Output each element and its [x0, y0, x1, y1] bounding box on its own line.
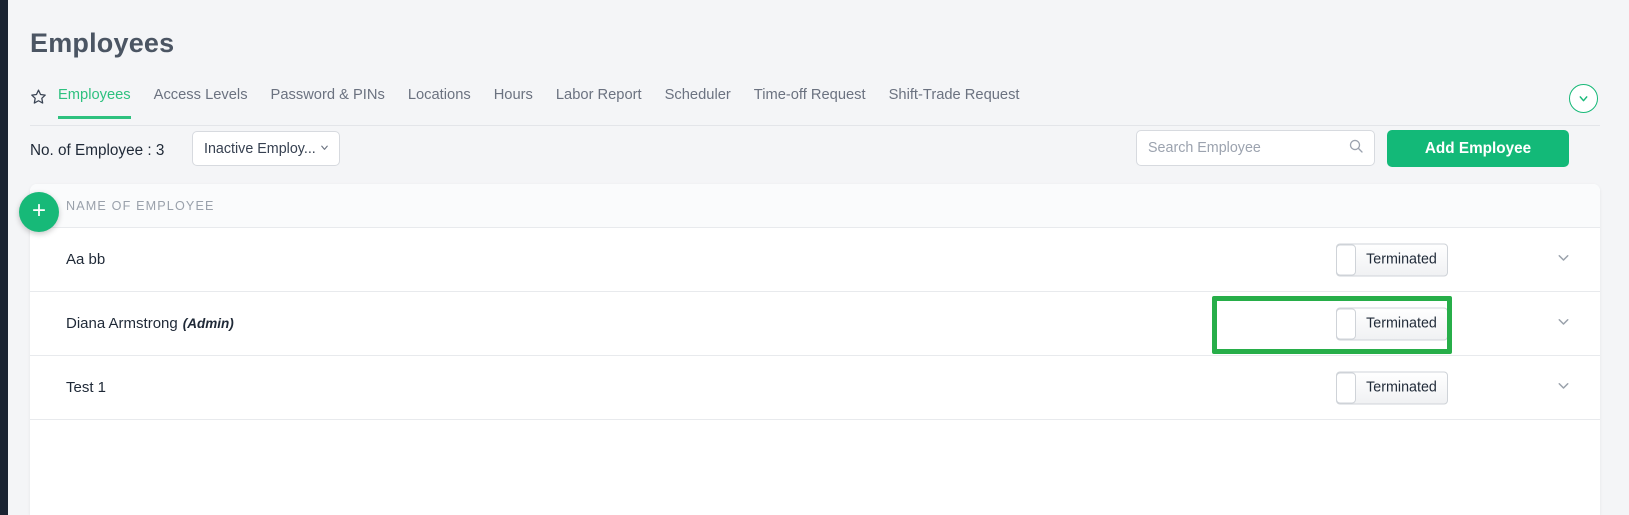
- tab-locations[interactable]: Locations: [408, 87, 471, 116]
- status-toggle[interactable]: Terminated: [1336, 307, 1448, 340]
- chevron-down-icon: [319, 142, 330, 156]
- table-row[interactable]: Test 1 Terminated: [30, 356, 1600, 420]
- add-employee-fab[interactable]: +: [19, 192, 59, 232]
- tab-time-off-request[interactable]: Time-off Request: [754, 87, 866, 116]
- search-employee-box[interactable]: [1136, 130, 1375, 166]
- tab-employees[interactable]: Employees: [58, 87, 131, 119]
- collapse-panel-button[interactable]: [1569, 84, 1598, 113]
- page-title: Employees: [30, 28, 175, 58]
- status-filter-select[interactable]: Inactive Employ...: [192, 131, 340, 166]
- status-toggle[interactable]: Terminated: [1336, 371, 1448, 404]
- status-filter-value: Inactive Employ...: [204, 140, 315, 157]
- status-toggle[interactable]: Terminated: [1336, 243, 1448, 276]
- star-outline-icon[interactable]: [30, 88, 47, 108]
- status-label: Terminated: [1366, 315, 1437, 332]
- expand-row-chevron-down-icon[interactable]: [1555, 313, 1572, 335]
- employee-name: Diana Armstrong: [66, 315, 178, 332]
- expand-row-chevron-down-icon[interactable]: [1555, 249, 1572, 271]
- chevron-down-icon: [1577, 92, 1590, 105]
- toolbar: No. of Employee : 3 Inactive Employ... A…: [30, 128, 1600, 180]
- employee-name: Aa bb: [66, 251, 106, 268]
- expand-row-chevron-down-icon[interactable]: [1555, 377, 1572, 399]
- tab-scheduler[interactable]: Scheduler: [665, 87, 731, 116]
- tab-labor-report[interactable]: Labor Report: [556, 87, 642, 116]
- employee-role: (Admin): [182, 316, 234, 331]
- toggle-knob: [1336, 372, 1356, 403]
- table-row[interactable]: Aa bb Terminated: [30, 228, 1600, 292]
- tab-bar: Employees Access Levels Password & PINs …: [30, 86, 1600, 126]
- toggle-knob: [1336, 308, 1356, 339]
- employee-name: Test 1: [66, 379, 107, 396]
- table-row[interactable]: Diana Armstrong (Admin) Terminated: [30, 292, 1600, 356]
- page-container: Employees Employees Access Levels Passwo…: [8, 0, 1629, 515]
- search-input[interactable]: [1148, 140, 1348, 156]
- plus-icon: +: [31, 196, 46, 224]
- status-label: Terminated: [1366, 379, 1437, 396]
- add-employee-button[interactable]: Add Employee: [1387, 130, 1569, 167]
- tab-access-levels[interactable]: Access Levels: [154, 87, 248, 116]
- left-nav-rail: [0, 0, 8, 515]
- table-header-row: NAME OF EMPLOYEE: [30, 184, 1600, 228]
- tab-shift-trade-request[interactable]: Shift-Trade Request: [889, 87, 1020, 116]
- status-label: Terminated: [1366, 251, 1437, 268]
- tab-password-pins[interactable]: Password & PINs: [271, 87, 385, 116]
- column-header-name: NAME OF EMPLOYEE: [66, 198, 215, 213]
- employee-table: NAME OF EMPLOYEE Aa bb Terminated Diana …: [30, 184, 1600, 515]
- employee-count-label: No. of Employee : 3: [30, 142, 165, 159]
- search-icon[interactable]: [1348, 138, 1364, 159]
- toggle-knob: [1336, 244, 1356, 275]
- tab-hours[interactable]: Hours: [494, 87, 533, 116]
